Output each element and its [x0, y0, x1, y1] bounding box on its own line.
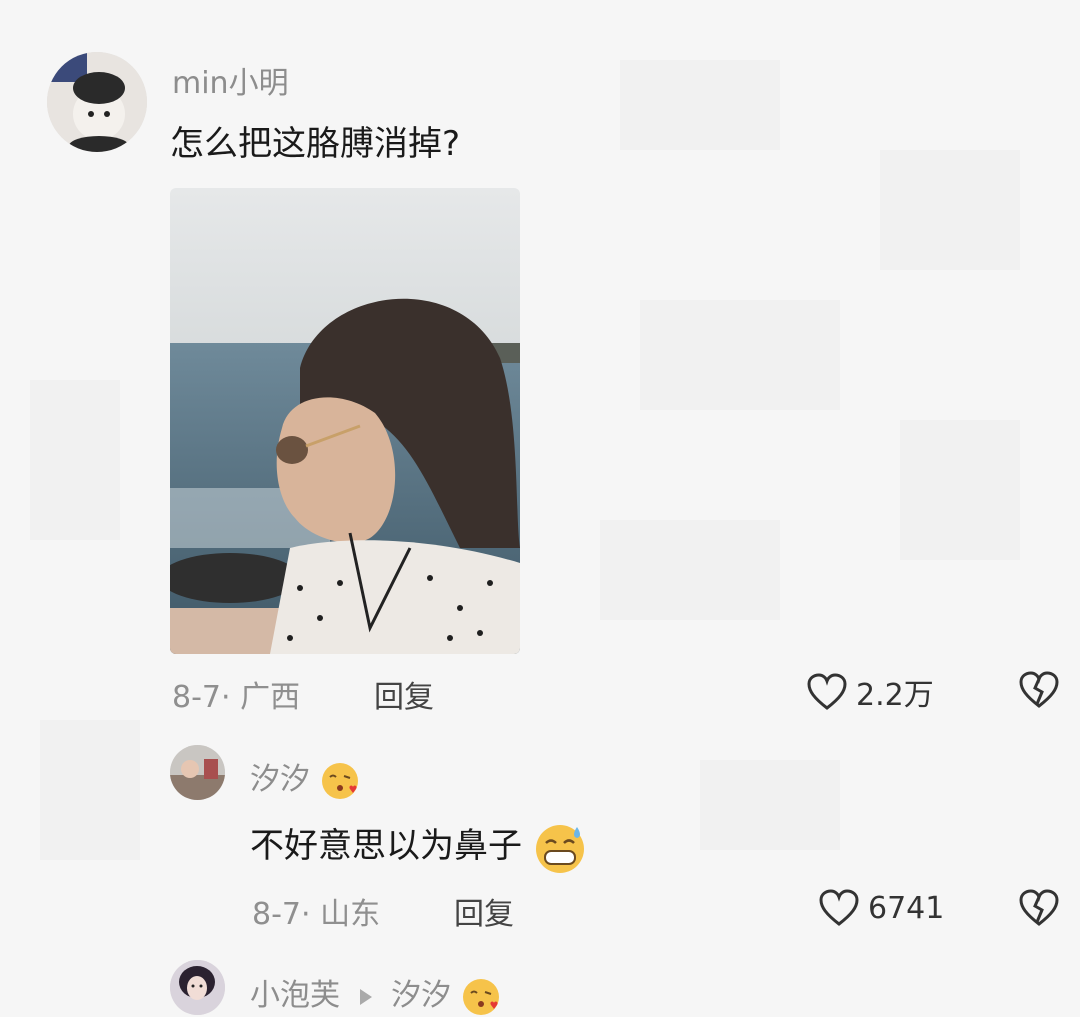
dislike-button[interactable] [1018, 888, 1060, 932]
reply-to-username[interactable]: 汐汐 [391, 978, 451, 1013]
broken-heart-icon [1019, 671, 1059, 708]
kissing-face-emoji-icon [321, 762, 358, 799]
like-button[interactable]: 6741 [818, 888, 944, 928]
reply-button[interactable]: 回复 [454, 889, 514, 933]
comment-username[interactable]: min小明 [172, 58, 289, 102]
grinning-sweat-emoji-icon [535, 824, 584, 873]
heart-icon [807, 673, 847, 710]
comment-photo[interactable] [170, 188, 520, 654]
user-avatar[interactable] [170, 745, 225, 800]
comment-date-location: 8-7· 广西 [172, 680, 301, 715]
broken-heart-icon [1019, 889, 1059, 926]
comment-username[interactable]: 汐汐 [250, 762, 310, 797]
comment-text: 怎么把这胳膊消掉? [170, 124, 461, 164]
dislike-button[interactable] [1018, 670, 1060, 714]
comment-text-row: 不好意思以为鼻子 [250, 818, 587, 875]
comment-date-location: 8-7· 山东 [252, 897, 381, 932]
reply-arrow-icon [359, 988, 372, 1005]
like-button[interactable]: 2.2万 [806, 670, 934, 714]
comment-username[interactable]: 小泡芙 [250, 978, 340, 1013]
like-count: 2.2万 [856, 678, 934, 713]
heart-icon [819, 889, 859, 926]
comment-username-row: 小泡芙 汐汐 [250, 970, 501, 1017]
kissing-face-emoji-icon [462, 978, 499, 1015]
comment-username-row: 汐汐 [250, 754, 360, 801]
user-avatar[interactable] [170, 960, 225, 1015]
comment-text: 不好意思以为鼻子 [250, 826, 522, 866]
reply-button[interactable]: 回复 [374, 672, 434, 716]
user-avatar[interactable] [47, 52, 147, 152]
like-count: 6741 [868, 890, 945, 926]
